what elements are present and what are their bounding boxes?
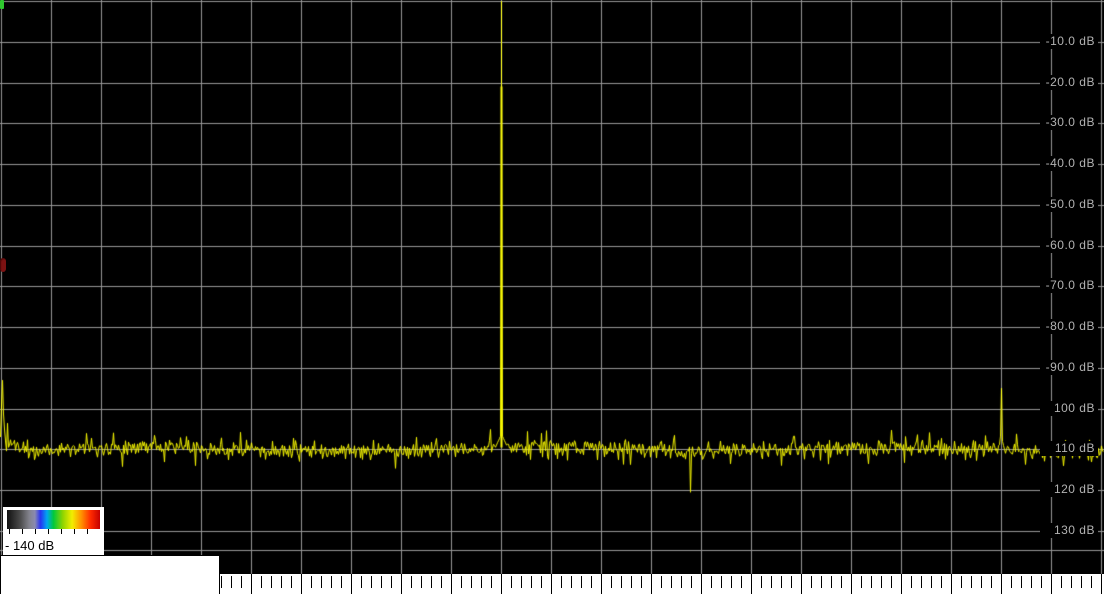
color-scale-gradient	[7, 510, 100, 529]
spectrum-analyzer-screen: -10.0 dB -20.0 dB -30.0 dB -40.0 dB -50.0 dB…	[0, 0, 1104, 594]
info-box: Date=2007-01-10 Time=18:44 Freq= 0...220…	[0, 555, 220, 594]
green-cursor-mark	[0, 0, 4, 9]
spectrum-plot-canvas[interactable]	[0, 0, 1104, 594]
red-marker	[0, 258, 6, 272]
color-scale-ticks	[9, 529, 97, 534]
color-scale-min-label: - 140 dB	[5, 538, 55, 553]
amplitude-color-legend: - 140 dB	[3, 507, 104, 555]
